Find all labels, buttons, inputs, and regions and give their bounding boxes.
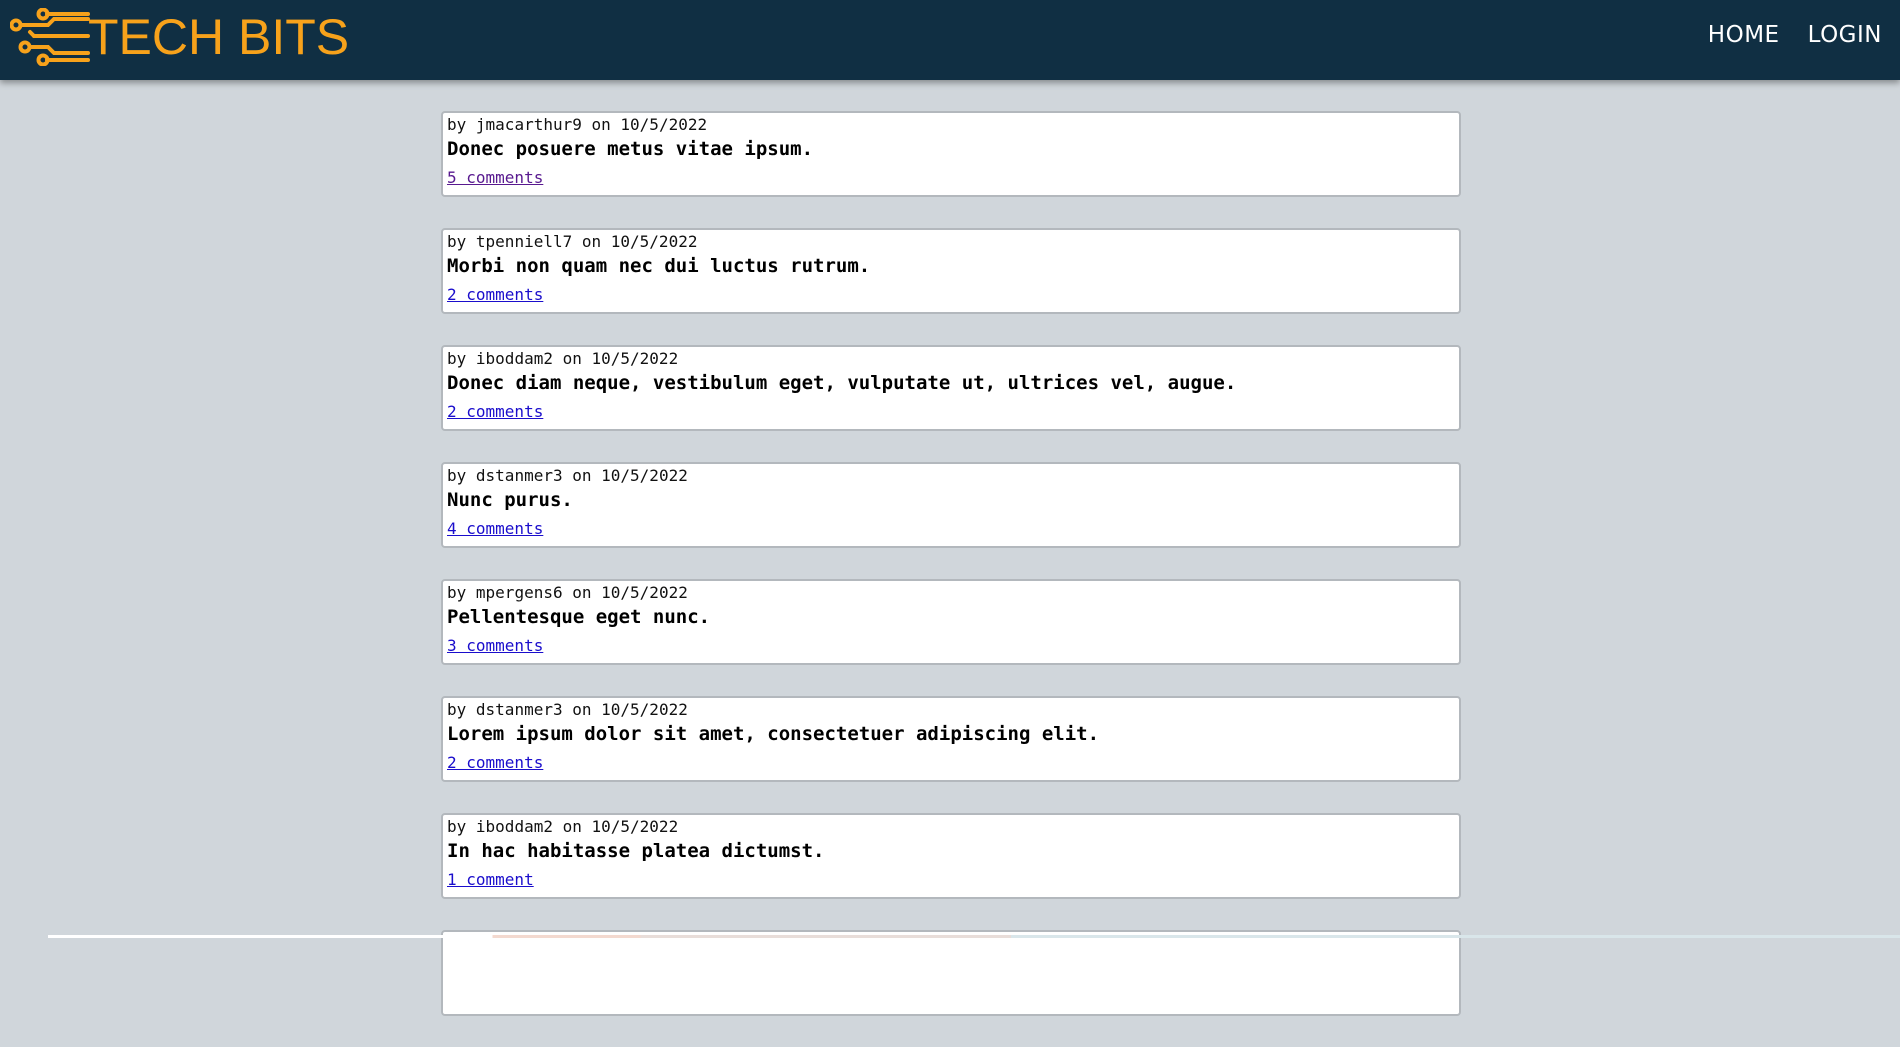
comments-link[interactable]: 4 comments bbox=[447, 520, 543, 538]
post-meta: by iboddam2 on 10/5/2022 bbox=[447, 817, 679, 836]
post-meta: by tpenniell7 on 10/5/2022 bbox=[447, 232, 698, 251]
post-date: 10/5/2022 bbox=[620, 115, 708, 134]
comments-link[interactable]: 1 comment bbox=[447, 871, 534, 889]
comments-link[interactable]: 3 comments bbox=[447, 637, 543, 655]
post-feed: by jmacarthur9 on 10/5/2022 Donec posuer… bbox=[441, 111, 1461, 1047]
post-title[interactable]: Nunc purus. bbox=[447, 487, 1459, 513]
post-title[interactable]: Lorem ipsum dolor sit amet, consectetuer… bbox=[447, 721, 1459, 747]
post-author[interactable]: iboddam2 bbox=[476, 817, 553, 836]
post-card: by iboddam2 on 10/5/2022 In hac habitass… bbox=[441, 813, 1461, 899]
site-title: TECH BITS bbox=[88, 9, 350, 65]
comments-link[interactable]: 2 comments bbox=[447, 754, 543, 772]
post-meta: by dstanmer3 on 10/5/2022 bbox=[447, 466, 688, 485]
top-navbar: TECH BITS HOME LOGIN bbox=[0, 0, 1900, 80]
post-meta: by jmacarthur9 on 10/5/2022 bbox=[447, 115, 708, 134]
post-card: by iboddam2 on 10/5/2022 Donec diam nequ… bbox=[441, 345, 1461, 431]
post-card: by jmacarthur9 on 10/5/2022 Donec posuer… bbox=[441, 111, 1461, 197]
nav-login-link[interactable]: LOGIN bbox=[1808, 22, 1882, 48]
post-meta: by mpergens6 on 10/5/2022 bbox=[447, 583, 688, 602]
post-card: by tpenniell7 on 10/5/2022 Morbi non qua… bbox=[441, 228, 1461, 314]
site-logo[interactable]: TECH BITS bbox=[10, 8, 349, 66]
post-date: 10/5/2022 bbox=[591, 817, 679, 836]
comments-link[interactable]: 2 comments bbox=[447, 403, 543, 421]
comments-link[interactable]: 2 comments bbox=[447, 286, 543, 304]
post-author[interactable]: mpergens6 bbox=[476, 583, 563, 602]
post-date: 10/5/2022 bbox=[610, 232, 698, 251]
post-meta: by dstanmer3 on 10/5/2022 bbox=[447, 700, 688, 719]
post-meta: by iboddam2 on 10/5/2022 bbox=[447, 349, 679, 368]
post-date: 10/5/2022 bbox=[601, 583, 688, 602]
post-author[interactable]: dstanmer3 bbox=[476, 466, 563, 485]
nav-home-link[interactable]: HOME bbox=[1708, 22, 1780, 48]
post-card-partial bbox=[441, 930, 1461, 1016]
post-date: 10/5/2022 bbox=[601, 700, 688, 719]
post-card: by dstanmer3 on 10/5/2022 Nunc purus. 4 … bbox=[441, 462, 1461, 548]
main-nav: HOME LOGIN bbox=[1708, 22, 1882, 48]
post-author[interactable]: iboddam2 bbox=[476, 349, 553, 368]
comments-link[interactable]: 5 comments bbox=[447, 169, 543, 187]
post-title[interactable]: Donec posuere metus vitae ipsum. bbox=[447, 136, 1459, 162]
post-title[interactable]: Donec diam neque, vestibulum eget, vulpu… bbox=[447, 370, 1459, 396]
post-date: 10/5/2022 bbox=[591, 349, 679, 368]
post-title[interactable]: In hac habitasse platea dictumst. bbox=[447, 838, 1459, 864]
post-author[interactable]: dstanmer3 bbox=[476, 700, 563, 719]
post-title[interactable]: Morbi non quam nec dui luctus rutrum. bbox=[447, 253, 1459, 279]
post-date: 10/5/2022 bbox=[601, 466, 688, 485]
circuit-icon bbox=[10, 8, 90, 66]
post-card: by dstanmer3 on 10/5/2022 Lorem ipsum do… bbox=[441, 696, 1461, 782]
post-card: by mpergens6 on 10/5/2022 Pellentesque e… bbox=[441, 579, 1461, 665]
post-author[interactable]: jmacarthur9 bbox=[476, 115, 582, 134]
post-title[interactable]: Pellentesque eget nunc. bbox=[447, 604, 1459, 630]
post-author[interactable]: tpenniell7 bbox=[476, 232, 572, 251]
